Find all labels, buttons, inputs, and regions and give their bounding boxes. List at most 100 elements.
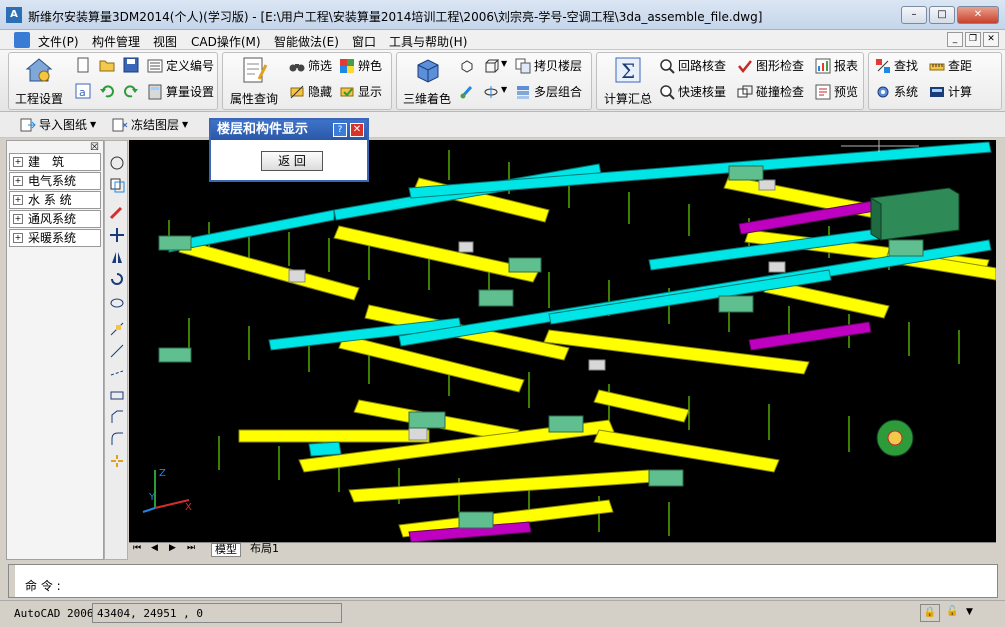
menu-view[interactable]: 视图 bbox=[153, 33, 177, 50]
menu-cad-operation[interactable]: CAD操作(M) bbox=[191, 33, 261, 50]
extend-icon[interactable] bbox=[109, 343, 125, 359]
undo-icon[interactable] bbox=[99, 83, 115, 99]
redo-icon[interactable] bbox=[123, 83, 139, 99]
ribbon-group-3d: 三维着色 ▼ ▼ 拷贝楼层 多层组合 bbox=[396, 52, 592, 110]
return-button[interactable]: 返 回 bbox=[261, 151, 323, 171]
maximize-button[interactable]: □ bbox=[929, 6, 955, 24]
tab-model[interactable]: 模型 bbox=[211, 543, 241, 557]
status-bar: AutoCAD 2006 43404, 24951 , 0 🔒 🔓 ▼ bbox=[0, 600, 1005, 627]
help-icon[interactable]: ? bbox=[333, 123, 347, 137]
break-icon[interactable] bbox=[109, 365, 125, 381]
multi-floor-button[interactable]: 多层组合 bbox=[515, 83, 582, 100]
mdi-minimize-button[interactable]: _ bbox=[947, 32, 963, 47]
box-view-icon[interactable] bbox=[483, 58, 499, 74]
find-button[interactable]: 查找 bbox=[875, 57, 918, 74]
loop-check-button[interactable]: 回路核查 bbox=[659, 57, 726, 74]
system-button[interactable]: 系统 bbox=[875, 83, 918, 100]
rotate-icon[interactable] bbox=[109, 271, 125, 287]
menu-smart-method[interactable]: 智能做法(E) bbox=[274, 33, 339, 50]
copy-icon[interactable] bbox=[109, 177, 125, 193]
tab-nav-last-icon[interactable]: ⏭ bbox=[187, 543, 195, 553]
menu-file[interactable]: 文件(P) bbox=[38, 33, 79, 50]
tab-nav-next-icon[interactable]: ▶ bbox=[169, 543, 176, 553]
expand-icon[interactable]: + bbox=[13, 195, 23, 205]
fillet-icon[interactable] bbox=[109, 431, 125, 447]
new-file-icon[interactable] bbox=[75, 57, 91, 73]
layout-tabs: ⏮ ◀ ▶ ⏭ 模型 布局1 bbox=[129, 542, 996, 557]
document-icon[interactable] bbox=[14, 32, 30, 48]
lock-icon[interactable]: 🔒 bbox=[920, 604, 940, 622]
tab-nav-first-icon[interactable]: ⏮ bbox=[133, 543, 141, 553]
erase-icon[interactable] bbox=[109, 205, 125, 221]
calc-settings-button[interactable]: 算量设置 bbox=[147, 83, 214, 100]
report-button[interactable]: 报表 bbox=[815, 57, 858, 74]
brush-icon[interactable] bbox=[459, 84, 475, 100]
ribbon-group-calc: Σ 计算汇总 回路核查 图形检查 报表 快速核量 碰撞检查 预览 bbox=[596, 52, 864, 110]
dialog-close-button[interactable]: ✕ bbox=[350, 123, 364, 137]
mirror-icon[interactable] bbox=[109, 249, 125, 265]
define-number-button[interactable]: 定义编号 bbox=[147, 57, 214, 74]
open-folder-icon[interactable] bbox=[99, 57, 115, 73]
three-d-color-button[interactable]: 三维着色 bbox=[401, 55, 453, 107]
freeze-layer-button[interactable]: 冻结图层 ▼ bbox=[112, 116, 188, 133]
command-input[interactable] bbox=[69, 575, 969, 591]
calc-summary-button[interactable]: Σ 计算汇总 bbox=[601, 55, 655, 107]
project-settings-button[interactable]: 工程设置 bbox=[13, 55, 65, 107]
save-icon[interactable] bbox=[123, 57, 139, 73]
menu-component-manage[interactable]: 构件管理 bbox=[92, 33, 140, 50]
tray-icon[interactable]: 🔓 bbox=[946, 606, 958, 617]
fast-check-button[interactable]: 快速核量 bbox=[659, 83, 726, 100]
expand-icon[interactable]: + bbox=[13, 157, 23, 167]
mdi-close-button[interactable]: ✕ bbox=[983, 32, 999, 47]
tab-layout1[interactable]: 布局1 bbox=[247, 543, 282, 555]
shape-check-button[interactable]: 图形检查 bbox=[737, 57, 804, 74]
copy-floor-button[interactable]: 拷贝楼层 bbox=[515, 57, 582, 74]
filter-button[interactable]: 筛选 bbox=[289, 57, 332, 74]
close-icon[interactable]: ☒ bbox=[90, 142, 99, 153]
menu-tools-help[interactable]: 工具与帮助(H) bbox=[389, 33, 467, 50]
tree-item-water[interactable]: + 水 系 统 bbox=[9, 191, 101, 209]
minimize-button[interactable]: – bbox=[901, 6, 927, 24]
text-a-icon[interactable]: a bbox=[75, 83, 91, 99]
distance-button[interactable]: 查距 bbox=[929, 57, 972, 74]
trim-icon[interactable] bbox=[109, 321, 125, 337]
chevron-down-icon: ▼ bbox=[90, 120, 97, 129]
chevron-down-icon[interactable]: ▼ bbox=[501, 59, 507, 68]
explode-icon[interactable] bbox=[109, 453, 125, 469]
show-button[interactable]: 显示 bbox=[339, 83, 382, 100]
hide-button[interactable]: 隐藏 bbox=[289, 83, 332, 100]
secondary-toolbar: 导入图纸 ▼ 冻结图层 ▼ bbox=[0, 112, 1005, 138]
expand-icon[interactable]: + bbox=[13, 233, 23, 243]
collision-check-button[interactable]: 碰撞检查 bbox=[737, 83, 804, 100]
hvac-model-view[interactable]: Z Y X bbox=[129, 140, 996, 542]
move-icon[interactable] bbox=[109, 227, 125, 243]
expand-icon[interactable]: + bbox=[13, 214, 23, 224]
expand-icon[interactable]: + bbox=[13, 176, 23, 186]
import-drawing-button[interactable]: 导入图纸 ▼ bbox=[20, 116, 96, 133]
attr-query-button[interactable]: 属性查询 bbox=[227, 55, 281, 107]
tree-item-heating[interactable]: + 采暖系统 bbox=[9, 229, 101, 247]
command-prompt: 命 令 : bbox=[25, 579, 61, 593]
rotate-view-icon[interactable] bbox=[459, 58, 475, 74]
stretch-icon[interactable] bbox=[109, 387, 125, 403]
chevron-down-icon[interactable]: ▼ bbox=[501, 85, 507, 94]
cloud-icon[interactable] bbox=[109, 293, 125, 309]
chamfer-icon[interactable] bbox=[109, 409, 125, 425]
freeze-layer-icon bbox=[112, 118, 128, 131]
select-icon[interactable] bbox=[109, 155, 125, 171]
preview-button[interactable]: 预览 bbox=[815, 83, 858, 100]
mdi-restore-button[interactable]: ❐ bbox=[965, 32, 981, 47]
close-button[interactable]: ✕ bbox=[957, 6, 999, 24]
calculate-button[interactable]: 计算 bbox=[929, 83, 972, 100]
tree-item-electrical[interactable]: + 电气系统 bbox=[9, 172, 101, 190]
tab-nav-prev-icon[interactable]: ◀ bbox=[151, 543, 158, 553]
chevron-down-icon[interactable]: ▼ bbox=[966, 607, 973, 617]
orbit-icon[interactable] bbox=[483, 84, 499, 100]
menu-window[interactable]: 窗口 bbox=[352, 33, 376, 50]
tree-item-ventilation[interactable]: + 通风系统 bbox=[9, 210, 101, 228]
vertical-scrollbar[interactable] bbox=[996, 140, 1005, 556]
color-identify-button[interactable]: 辨色 bbox=[339, 57, 382, 74]
cad-canvas[interactable]: Z Y X bbox=[129, 140, 996, 542]
calculator-icon bbox=[930, 86, 944, 97]
tree-item-architecture[interactable]: + 建 筑 bbox=[9, 153, 101, 171]
